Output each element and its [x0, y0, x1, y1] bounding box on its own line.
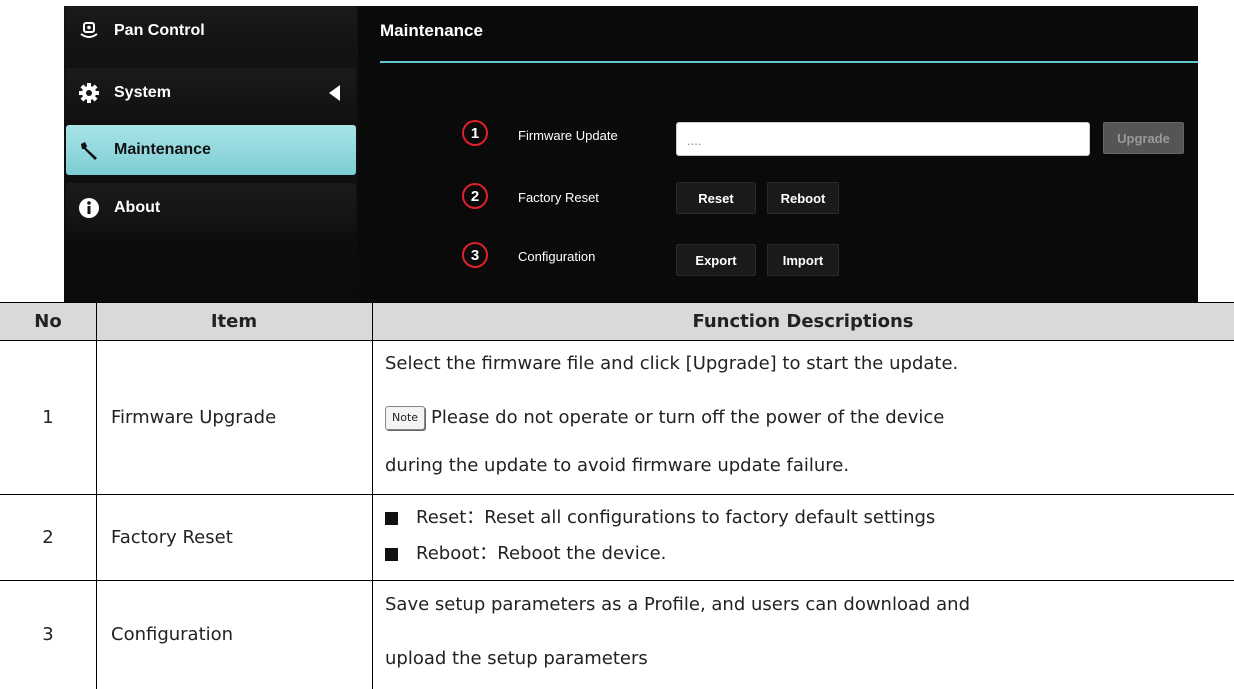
- row1-desc-line1: Select the firmware file and click [Upgr…: [385, 353, 959, 374]
- export-button[interactable]: Export: [676, 244, 756, 276]
- row3-desc-line1: Save setup parameters as a Profile, and …: [385, 594, 971, 615]
- row1-item: Firmware Upgrade: [111, 406, 277, 428]
- row2-no: 2: [42, 526, 54, 548]
- main-panel: Maintenance 1 Firmware Update .... Upgra…: [366, 6, 1198, 302]
- sidebar-item-system[interactable]: System: [66, 68, 356, 118]
- sidebar-item-maintenance[interactable]: Maintenance: [66, 125, 356, 175]
- collapse-arrow-icon[interactable]: [329, 85, 340, 101]
- note-badge: Note: [385, 406, 426, 430]
- bullet-square-icon: [385, 511, 398, 525]
- grid-line: [0, 302, 1234, 303]
- grid-line: [0, 340, 1234, 341]
- row3-no: 3: [42, 624, 54, 645]
- header-no: No: [0, 302, 96, 340]
- firmware-file-input[interactable]: ....: [676, 122, 1090, 156]
- web-ui: Pan Control System Maintenance About Mai…: [64, 6, 1198, 302]
- import-button[interactable]: Import: [767, 244, 839, 276]
- grid-line: [96, 302, 97, 689]
- gear-icon: [78, 82, 100, 104]
- firmware-update-label: Firmware Update: [518, 128, 618, 143]
- sidebar-item-label: Pan Control: [114, 22, 205, 39]
- row1-desc-line3: during the update to avoid firmware upda…: [385, 455, 850, 476]
- marker-3: 3: [462, 242, 488, 268]
- function-table: No Item Function Descriptions 1 Firmware…: [0, 302, 1234, 689]
- sidebar-item-pan-control[interactable]: Pan Control: [66, 6, 356, 56]
- page-title: Maintenance: [380, 21, 483, 40]
- sidebar-item-label: About: [114, 199, 161, 216]
- grid-line: [372, 302, 373, 689]
- title-divider: [380, 61, 1198, 63]
- sidebar-item-label: Maintenance: [114, 141, 211, 158]
- row3-item: Configuration: [111, 624, 234, 645]
- sidebar-item-label: System: [114, 84, 171, 101]
- pan-control-icon: [78, 20, 100, 42]
- bullet-text: Reboot：Reboot the device.: [416, 543, 667, 564]
- reboot-button[interactable]: Reboot: [767, 182, 839, 214]
- grid-line: [0, 580, 1234, 581]
- row1-no: 1: [42, 406, 54, 428]
- row1-note-text: Please do not operate or turn off the po…: [431, 407, 945, 428]
- header-item: Item: [96, 302, 372, 340]
- marker-2: 2: [462, 183, 488, 209]
- row2-bullet-reboot: Reboot：Reboot the device.: [385, 544, 666, 564]
- header-function-descriptions: Function Descriptions: [372, 302, 1234, 340]
- sidebar-item-about[interactable]: About: [66, 183, 356, 233]
- row3-desc-line2: upload the setup parameters: [385, 648, 648, 669]
- info-icon: [78, 197, 100, 219]
- bullet-text: Reset：Reset all configurations to factor…: [416, 507, 936, 528]
- configuration-label: Configuration: [518, 249, 596, 264]
- factory-reset-label: Factory Reset: [518, 190, 599, 205]
- bullet-square-icon: [385, 547, 398, 561]
- upgrade-button[interactable]: Upgrade: [1103, 122, 1184, 154]
- row1-desc-line2: Note Please do not operate or turn off th…: [385, 406, 944, 430]
- wrench-icon: [78, 139, 100, 161]
- row2-bullet-reset: Reset：Reset all configurations to factor…: [385, 508, 935, 528]
- sidebar: Pan Control System Maintenance About: [64, 6, 358, 302]
- screenshot-panel: Pan Control System Maintenance About Mai…: [0, 0, 1234, 302]
- row2-item: Factory Reset: [111, 526, 233, 548]
- marker-1: 1: [462, 120, 488, 146]
- grid-line: [0, 494, 1234, 495]
- reset-button[interactable]: Reset: [676, 182, 756, 214]
